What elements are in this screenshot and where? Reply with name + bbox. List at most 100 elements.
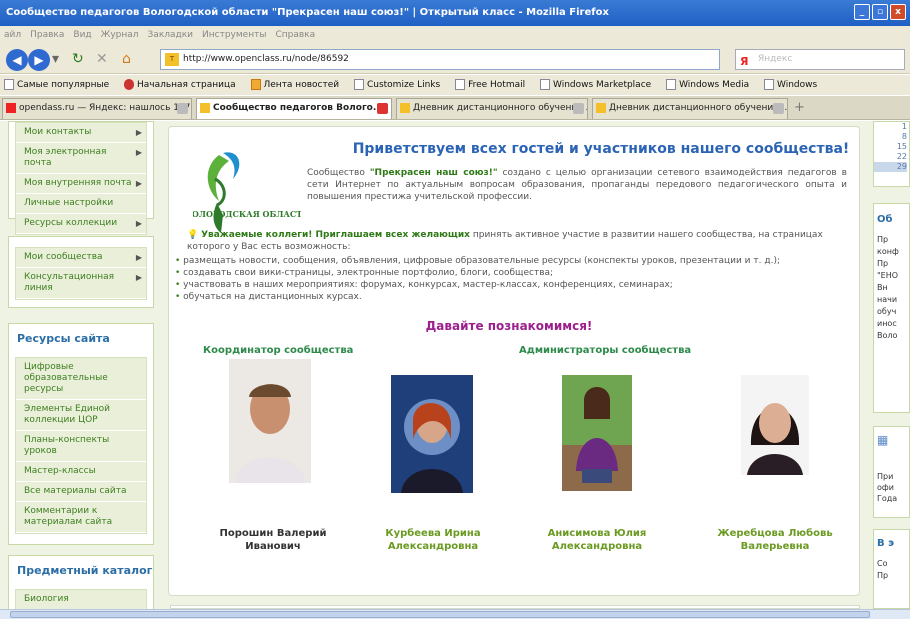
history-dropdown-icon[interactable]: ▾ [52, 51, 59, 67]
sidebar-community-menu: Мои сообщества ▶ Консультационная линия ▶ [8, 236, 154, 308]
close-tab-icon[interactable] [377, 103, 388, 114]
sidebar-personal-menu: Мои контакты ▶ Моя электронная почта ▶ Моя… [8, 121, 154, 235]
arrow-right-icon: ▶ [135, 148, 142, 157]
tab-community[interactable]: Сообщество педагогов Волого... [196, 98, 392, 119]
bookmark-item[interactable]: Начальная страница [123, 79, 236, 90]
bookmark-item[interactable]: Free Hotmail [455, 79, 525, 90]
logo-text: ВОЛОГОДСКАЯ ОБЛАСТЬ [193, 209, 301, 219]
reload-icon[interactable]: ↻ [72, 51, 84, 67]
close-button[interactable]: x [890, 4, 906, 20]
bookmark-item[interactable]: Windows Marketplace [540, 79, 651, 90]
calendar-day[interactable]: 22 [874, 152, 907, 162]
sidebar-item-unified[interactable]: Элементы Единой коллекции ЦОР [16, 400, 146, 431]
minimize-button[interactable]: _ [854, 4, 870, 20]
sidebar-item-my-communities[interactable]: Мои сообщества ▶ [16, 248, 146, 268]
catalog-title: Предметный каталог [8, 555, 154, 585]
bookmark-item[interactable]: Самые популярные [4, 79, 109, 90]
calendar-day[interactable]: 15 [874, 142, 907, 152]
menu-file[interactable]: айл [4, 30, 21, 40]
sidebar-item-all-materials[interactable]: Все материалы сайта [16, 482, 146, 502]
coordinator-name[interactable]: Порошин Валерий Иванович [193, 527, 353, 553]
close-tab-icon[interactable] [773, 103, 784, 114]
admin-photo-1[interactable] [391, 375, 473, 493]
invitation-text: 💡 Уважаемые коллеги! Приглашаем всех жел… [187, 229, 847, 253]
tab-yandex[interactable]: opendass.ru — Яндекс: нашлось 117 ... [2, 98, 192, 119]
new-tab-button[interactable]: + [794, 100, 805, 115]
widget-item[interactable]: Вн [877, 282, 909, 294]
close-tab-icon[interactable] [177, 103, 188, 114]
close-tab-icon[interactable] [573, 103, 584, 114]
calendar-day[interactable]: 1 [874, 122, 907, 132]
sidebar-item-label: Комментарии к материалам сайта [24, 506, 113, 527]
home-icon[interactable]: ⌂ [122, 51, 131, 67]
widget-item: офи [877, 483, 894, 492]
list-item: размещать новости, сообщения, объявления… [175, 255, 845, 267]
menu-edit[interactable]: Правка [30, 30, 64, 40]
menu-bookmarks[interactable]: Закладки [148, 30, 194, 40]
stop-icon[interactable]: ✕ [96, 51, 108, 67]
sidebar-item-collection[interactable]: Ресурсы коллекции ▶ [16, 214, 146, 234]
sidebar-community-list: Мои сообщества ▶ Консультационная линия ▶ [15, 247, 147, 300]
scrollbar-thumb[interactable] [10, 611, 870, 618]
restore-button[interactable]: ▫ [872, 4, 888, 20]
sidebar-item-cor[interactable]: Цифровые образовательные ресурсы [16, 358, 146, 400]
bookmark-item[interactable]: Windows [764, 79, 817, 90]
sidebar-item-settings[interactable]: Личные настройки [16, 194, 146, 214]
bookmark-item[interactable]: Лента новостей [250, 79, 339, 90]
sidebar-item-comments[interactable]: Комментарии к материалам сайта [16, 502, 146, 533]
sidebar-personal-list: Мои контакты ▶ Моя электронная почта ▶ Моя… [15, 122, 147, 235]
menu-history[interactable]: Журнал [101, 30, 139, 40]
resources-title: Ресурсы сайта [8, 323, 154, 353]
forward-button[interactable]: ▶ [28, 49, 50, 71]
sidebar-item-label: Консультационная линия [24, 272, 115, 293]
widget-item[interactable]: Пр [877, 234, 909, 246]
admin-name-3[interactable]: Жеребцова Любовь Валерьевна [695, 527, 855, 553]
coordinator-label: Координатор сообщества [203, 345, 354, 356]
url-input[interactable]: Thttp://www.openclass.ru/node/86592 ☆ [160, 49, 877, 70]
search-input[interactable]: Я Яндекс [735, 49, 905, 70]
intro-prefix: Сообщество [307, 168, 370, 178]
news-widget: В э Со Пр [873, 529, 910, 609]
widget-item: инос [877, 319, 897, 328]
bookmark-item[interactable]: Customize Links [353, 79, 440, 90]
sidebar-item-label: Элементы Единой коллекции ЦОР [24, 404, 110, 425]
admins-label: Администраторы сообщества [519, 345, 692, 356]
sidebar-item-biology[interactable]: Биология [16, 590, 146, 609]
admin-photo-3[interactable] [741, 375, 809, 475]
menu-view[interactable]: Вид [73, 30, 91, 40]
coordinator-photo[interactable] [229, 359, 311, 483]
horizontal-scrollbar[interactable] [0, 609, 910, 619]
arrow-right-icon: ▶ [135, 253, 142, 262]
welcome-heading: Приветствуем всех гостей и участников на… [352, 141, 850, 157]
sidebar-item-consult[interactable]: Консультационная линия ▶ [16, 268, 146, 299]
sidebar-item-plans[interactable]: Планы-конспекты уроков [16, 431, 146, 462]
tab-diary-2[interactable]: Дневник дистанционного обучения ... [592, 98, 788, 119]
admin-name-2[interactable]: Анисимова Юлия Александровна [517, 527, 677, 553]
calendar-day[interactable]: 29 [874, 162, 907, 172]
window-titlebar: Сообщество педагогов Вологодской области… [0, 0, 910, 26]
arrow-right-icon: ▶ [135, 219, 142, 228]
sidebar-item-internal-mail[interactable]: Моя внутренняя почта ▶ [16, 174, 146, 194]
admin-photo-2[interactable] [562, 375, 632, 491]
back-button[interactable]: ◀ [6, 49, 28, 71]
sidebar-item-contacts[interactable]: Мои контакты ▶ [16, 123, 146, 143]
calendar-day[interactable]: 8 [874, 132, 907, 142]
widget-item[interactable]: Со [877, 558, 909, 570]
bookmark-item[interactable]: Windows Media [666, 79, 749, 90]
menu-tools[interactable]: Инструменты [202, 30, 266, 40]
admin-name-1[interactable]: Курбеева Ирина Александровна [353, 527, 513, 553]
menu-bar: айл Правка Вид Журнал Закладки Инструменты Спр… [0, 26, 910, 44]
sidebar-item-masterclasses[interactable]: Мастер-классы [16, 462, 146, 482]
sidebar-item-email[interactable]: Моя электронная почта ▶ [16, 143, 146, 174]
sidebar-item-label: Мои контакты [24, 127, 92, 137]
widget-item[interactable]: Пр [877, 570, 909, 582]
site-favicon-icon [200, 103, 210, 113]
page-icon [455, 79, 466, 90]
widget-item[interactable]: Пр [877, 258, 909, 270]
widget-title: В э [877, 538, 895, 549]
menu-help[interactable]: Справка [275, 30, 315, 40]
tab-diary-1[interactable]: Дневник дистанционного обучения ... [396, 98, 588, 119]
feed-icon [250, 79, 261, 90]
sidebar-item-label: Цифровые образовательные ресурсы [24, 362, 108, 394]
page-icon [4, 79, 14, 90]
